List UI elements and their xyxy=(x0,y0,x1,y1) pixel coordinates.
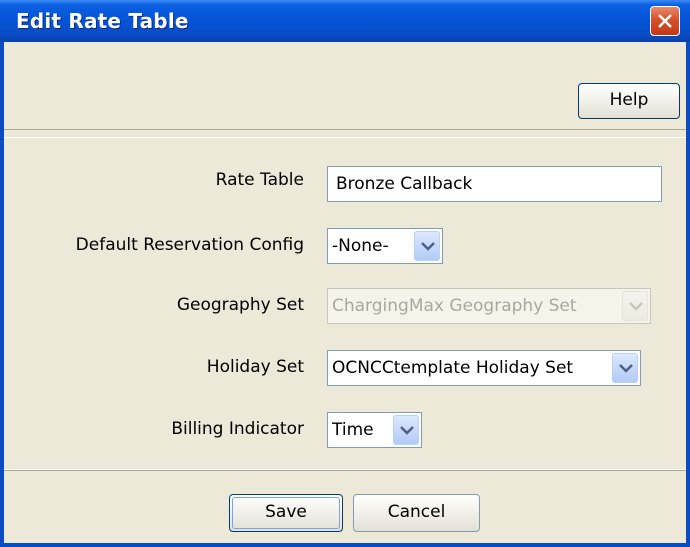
panel-separator xyxy=(4,130,686,137)
billing-indicator-label: Billing Indicator xyxy=(171,419,304,439)
geography-set-value: ChargingMax Geography Set xyxy=(332,296,577,316)
holiday-set-select[interactable]: OCNCCtemplate Holiday Set xyxy=(327,350,641,386)
dropdown-arrow-button[interactable] xyxy=(393,415,419,445)
billing-indicator-row: Billing Indicator xyxy=(0,419,304,449)
chevron-down-icon xyxy=(619,364,633,373)
cancel-button[interactable]: Cancel xyxy=(353,494,480,532)
holiday-set-value: OCNCCtemplate Holiday Set xyxy=(332,358,574,378)
geography-set-label: Geography Set xyxy=(176,295,304,315)
close-button[interactable] xyxy=(650,6,680,36)
rate-table-label: Rate Table xyxy=(215,170,304,190)
dropdown-arrow-button[interactable] xyxy=(612,353,638,383)
billing-indicator-select[interactable]: Time xyxy=(327,412,422,448)
rate-table-input[interactable]: Bronze Callback xyxy=(327,166,662,202)
button-bar xyxy=(4,470,686,543)
geography-set-select: ChargingMax Geography Set xyxy=(327,288,651,324)
default-reservation-config-select[interactable]: -None- xyxy=(327,228,443,264)
close-icon xyxy=(658,14,672,28)
title-bar[interactable]: Edit Rate Table xyxy=(0,0,690,42)
help-button[interactable]: Help xyxy=(578,83,680,119)
window-frame-bottom xyxy=(0,543,690,547)
dropdown-arrow-button-disabled xyxy=(622,291,648,321)
chevron-down-icon xyxy=(629,302,643,311)
chevron-down-icon xyxy=(421,242,435,251)
window-frame-right xyxy=(686,42,690,547)
geography-set-row: Geography Set xyxy=(0,295,304,325)
default-reservation-config-value: -None- xyxy=(332,236,389,256)
edit-rate-table-dialog: Edit Rate Table Help Rate Table Bronze C… xyxy=(0,0,690,547)
dropdown-arrow-button[interactable] xyxy=(414,231,440,261)
holiday-set-label: Holiday Set xyxy=(206,357,304,377)
cancel-button-label: Cancel xyxy=(387,502,446,522)
dialog-title: Edit Rate Table xyxy=(16,9,189,33)
default-reservation-config-row: Default Reservation Config xyxy=(0,235,304,265)
rate-table-row: Rate Table xyxy=(0,170,304,200)
default-reservation-config-label: Default Reservation Config xyxy=(75,235,304,255)
save-button[interactable]: Save xyxy=(229,494,343,532)
holiday-set-row: Holiday Set xyxy=(0,357,304,387)
chevron-down-icon xyxy=(400,426,414,435)
billing-indicator-value: Time xyxy=(332,420,374,440)
save-button-label: Save xyxy=(265,502,307,522)
